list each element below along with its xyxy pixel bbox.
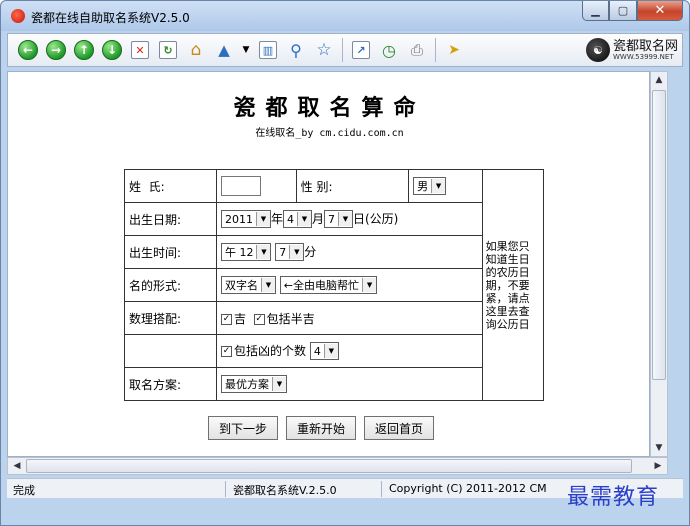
hour-select[interactable]: 午 12 ▼: [220, 243, 272, 262]
naming-form: 姓 氏: 性 别: 男 ▼ 如果您只知道生日的农历日期，不要紧，请点这里去查询公历…: [124, 169, 545, 401]
numerology-label: 数理搭配:: [124, 301, 217, 335]
down-icon[interactable]: ↓: [100, 38, 124, 62]
status-version: 瓷都取名系统V.2.5.0: [233, 484, 337, 497]
banji-checkbox[interactable]: ✓: [253, 313, 265, 325]
helper-select[interactable]: ←全由电脑帮忙 ▼: [279, 276, 378, 294]
plan-select[interactable]: 最优方案 ▼: [220, 375, 287, 393]
tools-icon[interactable]: ▲: [212, 38, 236, 62]
hscroll-thumb[interactable]: [26, 459, 632, 473]
surname-label: 姓 氏:: [124, 169, 217, 203]
favorites-icon[interactable]: ☆: [312, 38, 336, 62]
toolbar: ← → ↑ ↓ ✕ ↻ ⌂ ▲ ▼ ▥ ⚲ ☆ ↗ ◷ ⎙ ➤ ☯ 瓷都取名网 …: [7, 33, 683, 67]
vertical-scrollbar[interactable]: ▲ ▼: [650, 71, 668, 457]
refresh-icon[interactable]: ↻: [156, 38, 180, 62]
status-copyright: Copyright (C) 2011-2012 CM: [389, 482, 547, 495]
month-select[interactable]: 4 ▼: [282, 210, 312, 229]
birthtime-label: 出生时间:: [124, 235, 217, 269]
app-window: 瓷都在线自助取名系统V2.5.0 ▁ ▢ ✕ ← → ↑ ↓ ✕ ↻ ⌂ ▲ ▼…: [0, 0, 690, 526]
gender-label: 性 别:: [295, 169, 410, 203]
scroll-down-icon[interactable]: ▼: [651, 440, 667, 456]
next-step-button[interactable]: 到下一步: [208, 416, 279, 440]
back-icon[interactable]: ←: [16, 38, 40, 62]
up-icon[interactable]: ↑: [72, 38, 96, 62]
page-content: 瓷都取名算命 在线取名_by cm.cidu.com.cn 姓 氏: 性 别: …: [7, 71, 650, 457]
year-select[interactable]: 2011 ▼: [220, 210, 271, 229]
xiong-checkbox[interactable]: ✓: [220, 345, 232, 357]
media-icon[interactable]: ↗: [349, 38, 373, 62]
watermark: 最需教育: [567, 485, 660, 510]
plan-label: 取名方案:: [124, 367, 217, 401]
window-title: 瓷都在线自助取名系统V2.5.0: [31, 11, 190, 25]
home-button[interactable]: 返回首页: [364, 416, 435, 440]
name-form-label: 名的形式:: [124, 268, 217, 302]
dropdown-icon[interactable]: ▼: [240, 38, 252, 62]
scroll-up-icon[interactable]: ▲: [651, 72, 667, 88]
close-button[interactable]: ✕: [637, 1, 683, 21]
yinyang-icon: ☯: [585, 38, 610, 62]
ji-checkbox[interactable]: ✓: [220, 313, 232, 325]
app-icon: [11, 9, 25, 23]
scroll-right-icon[interactable]: ▶: [650, 459, 666, 473]
day-select[interactable]: 7 ▼: [324, 210, 353, 229]
stop-icon[interactable]: ✕: [128, 38, 152, 62]
birthdate-label: 出生日期:: [124, 202, 217, 236]
site-logo: ☯ 瓷都取名网 WWW.53999.NET: [585, 36, 678, 64]
cursor-icon[interactable]: ➤: [442, 38, 466, 62]
history-icon[interactable]: ◷: [377, 38, 401, 62]
chevron-down-icon: ▼: [431, 179, 446, 193]
home-icon[interactable]: ⌂: [184, 38, 208, 62]
print-icon[interactable]: ⎙: [405, 38, 429, 62]
surname-input[interactable]: [220, 176, 261, 196]
horizontal-scrollbar[interactable]: ◀ ▶: [7, 457, 668, 475]
name-form-select[interactable]: 双字名 ▼: [220, 276, 276, 294]
sidebar-icon[interactable]: ▥: [256, 38, 280, 62]
status-text: 完成: [13, 484, 35, 497]
gender-select[interactable]: 男 ▼: [413, 177, 447, 195]
maximize-button[interactable]: ▢: [609, 1, 637, 21]
page-title: 瓷都取名算命: [233, 96, 426, 121]
forward-icon[interactable]: →: [44, 38, 68, 62]
title-bar: 瓷都在线自助取名系统V2.5.0 ▁ ▢ ✕: [1, 1, 689, 31]
scroll-thumb[interactable]: [652, 90, 666, 380]
minute-select[interactable]: 7 ▼: [275, 243, 305, 262]
restart-button[interactable]: 重新开始: [286, 416, 357, 440]
lunar-note-link[interactable]: 如果您只知道生日的农历日期，不要紧，请点这里去查询公历日: [481, 169, 545, 401]
scroll-left-icon[interactable]: ◀: [9, 459, 25, 473]
page-subtitle: 在线取名_by cm.cidu.com.cn: [255, 128, 404, 139]
xiong-count-select[interactable]: 4 ▼: [309, 342, 339, 361]
minimize-button[interactable]: ▁: [582, 1, 609, 21]
search-icon[interactable]: ⚲: [284, 38, 308, 62]
